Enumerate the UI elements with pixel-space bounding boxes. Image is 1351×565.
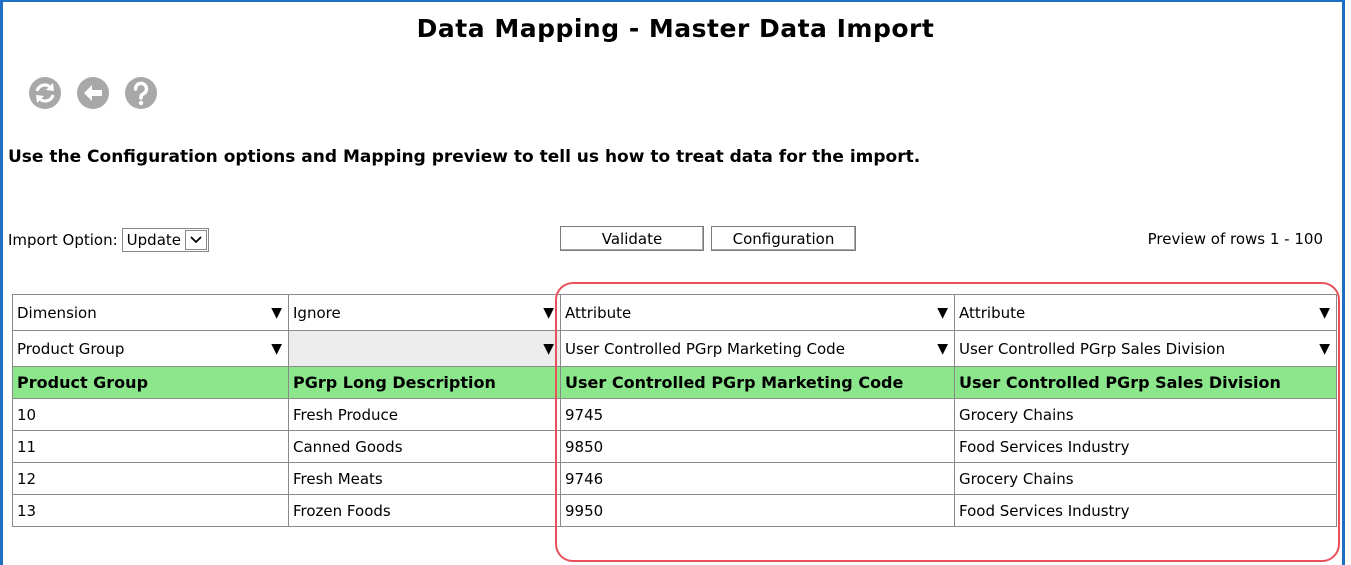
table-cell: 9745 bbox=[560, 398, 955, 431]
column-header: Product Group bbox=[12, 366, 289, 399]
import-option-select[interactable]: Update bbox=[121, 228, 209, 252]
table-cell: Fresh Meats bbox=[288, 462, 561, 495]
table-row: 11 Canned Goods 9850 Food Services Indus… bbox=[12, 430, 1337, 463]
instructions-text: Use the Configuration options and Mappin… bbox=[8, 147, 921, 167]
type-select-col3[interactable]: Attribute ▼ bbox=[560, 294, 955, 331]
refresh-icon[interactable] bbox=[28, 76, 62, 110]
column-header: PGrp Long Description bbox=[288, 366, 561, 399]
table-row: 13 Frozen Foods 9950 Food Services Indus… bbox=[12, 494, 1337, 527]
dropdown-arrow-icon: ▼ bbox=[543, 304, 554, 321]
table-cell: Grocery Chains bbox=[954, 398, 1337, 431]
validate-button[interactable]: Validate bbox=[560, 226, 704, 251]
dropdown-arrow-icon: ▼ bbox=[1319, 340, 1330, 357]
import-option-label: Import Option: bbox=[8, 231, 118, 249]
type-select-col4[interactable]: Attribute ▼ bbox=[954, 294, 1337, 331]
back-icon[interactable] bbox=[76, 76, 110, 110]
dropdown-arrow-icon: ▼ bbox=[271, 340, 282, 357]
mapping-target-row: Product Group ▼ ▼ User Controlled PGrp Ma… bbox=[12, 330, 1337, 367]
toolbar bbox=[28, 76, 158, 110]
dropdown-arrow-icon: ▼ bbox=[543, 340, 554, 357]
table-cell: Grocery Chains bbox=[954, 462, 1337, 495]
target-select-col2[interactable]: ▼ bbox=[288, 330, 561, 367]
configuration-button[interactable]: Configuration bbox=[711, 226, 856, 251]
type-select-col1[interactable]: Dimension ▼ bbox=[12, 294, 289, 331]
preview-rows-text: Preview of rows 1 - 100 bbox=[1147, 230, 1323, 248]
mapping-type-row: Dimension ▼ Ignore ▼ Attribute ▼ Attribute ▼ bbox=[12, 294, 1337, 331]
help-icon[interactable] bbox=[124, 76, 158, 110]
column-header: User Controlled PGrp Sales Division bbox=[954, 366, 1337, 399]
table-row: 12 Fresh Meats 9746 Grocery Chains bbox=[12, 462, 1337, 495]
table-cell: 9746 bbox=[560, 462, 955, 495]
table-cell: Frozen Foods bbox=[288, 494, 561, 527]
mapping-table: Dimension ▼ Ignore ▼ Attribute ▼ Attribute ▼… bbox=[12, 294, 1337, 527]
table-cell: Canned Goods bbox=[288, 430, 561, 463]
dropdown-arrow-icon: ▼ bbox=[937, 304, 948, 321]
target-select-col1[interactable]: Product Group ▼ bbox=[12, 330, 289, 367]
import-option-group: Import Option: Update bbox=[8, 228, 209, 252]
dropdown-arrow-icon: ▼ bbox=[937, 340, 948, 357]
dropdown-arrow-icon: ▼ bbox=[271, 304, 282, 321]
table-cell: 11 bbox=[12, 430, 289, 463]
table-cell: 9850 bbox=[560, 430, 955, 463]
table-cell: Fresh Produce bbox=[288, 398, 561, 431]
table-cell: Food Services Industry bbox=[954, 494, 1337, 527]
target-select-col3[interactable]: User Controlled PGrp Marketing Code ▼ bbox=[560, 330, 955, 367]
table-cell: 12 bbox=[12, 462, 289, 495]
dropdown-arrow-icon: ▼ bbox=[1319, 304, 1330, 321]
table-cell: 9950 bbox=[560, 494, 955, 527]
type-select-col2[interactable]: Ignore ▼ bbox=[288, 294, 561, 331]
target-select-col4[interactable]: User Controlled PGrp Sales Division ▼ bbox=[954, 330, 1337, 367]
table-cell: 10 bbox=[12, 398, 289, 431]
chevron-down-icon[interactable] bbox=[185, 230, 207, 250]
import-option-value: Update bbox=[126, 231, 181, 249]
column-header: User Controlled PGrp Marketing Code bbox=[560, 366, 955, 399]
table-row: 10 Fresh Produce 9745 Grocery Chains bbox=[12, 398, 1337, 431]
column-header-row: Product Group PGrp Long Description User… bbox=[12, 366, 1337, 399]
page-title: Data Mapping - Master Data Import bbox=[416, 14, 935, 43]
table-cell: Food Services Industry bbox=[954, 430, 1337, 463]
table-cell: 13 bbox=[12, 494, 289, 527]
